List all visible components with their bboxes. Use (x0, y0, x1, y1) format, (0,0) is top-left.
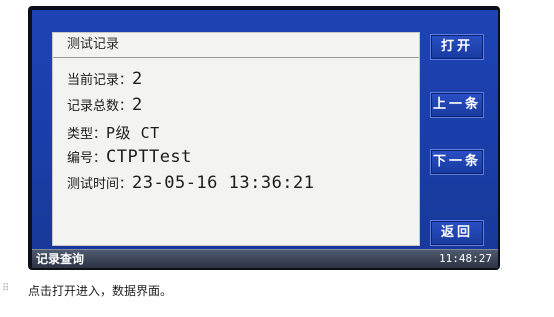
id-label: 编号： (67, 151, 107, 166)
open-button[interactable]: 打开 (430, 34, 484, 60)
record-panel: 测试记录 当前记录：2 记录总数：2 类型：P级 CT 编号：CTPTTest … (52, 32, 420, 246)
panel-title: 测试记录 (53, 33, 419, 58)
type-value: P级 CT (106, 124, 160, 142)
current-record-value: 2 (132, 69, 143, 89)
current-record-label: 当前记录： (67, 73, 133, 88)
caption-text: 点击打开进入，数据界面。 (28, 284, 173, 298)
test-time-value: 23-05-16 13:36:21 (132, 173, 315, 193)
test-time-label: 测试时间： (67, 177, 133, 192)
back-button[interactable]: 返回 (430, 220, 484, 246)
total-records-row: 记录总数：2 (67, 95, 143, 115)
status-bar: 记录查询 11:48:27 (32, 249, 498, 268)
prev-record-button[interactable]: 上一条 (430, 92, 484, 118)
type-label: 类型： (67, 127, 107, 142)
status-bar-title: 记录查询 (36, 252, 85, 266)
total-records-label: 记录总数： (67, 99, 133, 114)
next-record-button[interactable]: 下一条 (430, 149, 484, 175)
type-row: 类型：P级 CT (67, 122, 160, 143)
drag-handle-icon[interactable]: ⠿ (2, 283, 9, 294)
total-records-value: 2 (132, 95, 143, 115)
id-value: CTPTTest (106, 147, 192, 167)
lcd-screen: 测试记录 当前记录：2 记录总数：2 类型：P级 CT 编号：CTPTTest … (32, 10, 498, 268)
status-bar-clock: 11:48:27 (439, 252, 492, 265)
decorative-dot: . (500, 262, 503, 271)
test-time-row: 测试时间：23-05-16 13:36:21 (67, 173, 315, 193)
id-row: 编号：CTPTTest (67, 147, 192, 167)
current-record-row: 当前记录：2 (67, 69, 143, 89)
